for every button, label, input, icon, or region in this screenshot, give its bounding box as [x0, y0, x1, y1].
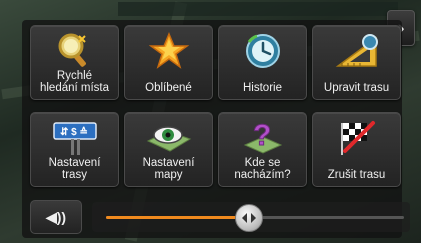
tile-map-settings[interactable]: Nastavení mapy	[124, 112, 213, 187]
tile-quick-search[interactable]: Rychlé hledání místa	[30, 25, 119, 100]
tile-label-line2: nacházím?	[234, 169, 291, 181]
speaker-icon: ◀))	[45, 208, 67, 225]
svg-text:?: ?	[253, 119, 271, 152]
volume-slider-knob[interactable]	[235, 204, 264, 232]
tile-label-line2: Upravit trasu	[323, 82, 390, 94]
tile-where-am-i[interactable]: ? Kde se nacházím?	[218, 112, 307, 187]
tile-favorites[interactable]: Oblíbené	[124, 25, 213, 100]
tile-label-line1: Kde se	[244, 157, 281, 169]
knob-arrows-icon	[242, 213, 257, 223]
tile-label-line2: Historie	[243, 82, 282, 94]
svg-text:⇵ $ ≙: ⇵ $ ≙	[60, 126, 88, 138]
tile-route-settings[interactable]: ⇵ $ ≙ Nastavení trasy	[30, 112, 119, 187]
route-signs-icon: ⇵ $ ≙	[52, 119, 98, 157]
tile-label-line2: Oblíbené	[145, 82, 192, 94]
tile-cancel-route[interactable]: Zrušit trasu	[312, 112, 401, 187]
star-icon	[146, 32, 192, 70]
clock-history-icon	[240, 32, 286, 70]
tile-label-line1: Nastavení	[142, 157, 195, 169]
tile-label-line2: Zrušit trasu	[327, 169, 386, 181]
tile-label-line2: trasy	[62, 169, 87, 181]
volume-control: ◀))	[30, 200, 410, 234]
volume-slider-fill	[106, 216, 250, 219]
ruler-triangle-icon	[334, 32, 380, 70]
map-eye-icon	[146, 119, 192, 157]
tile-edit-route[interactable]: Upravit trasu	[312, 25, 401, 100]
tile-label-line1: Nastavení	[48, 157, 101, 169]
magnifier-icon	[52, 32, 98, 70]
tile-label-line2: hledání místa	[39, 82, 110, 94]
tile-history[interactable]: Historie	[218, 25, 307, 100]
question-map-icon: ?	[240, 119, 286, 157]
map-street-banner	[118, 2, 398, 16]
tile-label-line1: Rychlé	[56, 70, 93, 82]
checkered-flag-cross-icon	[334, 119, 380, 157]
mute-button[interactable]: ◀))	[30, 200, 82, 234]
tile-label-line2: mapy	[154, 169, 183, 181]
